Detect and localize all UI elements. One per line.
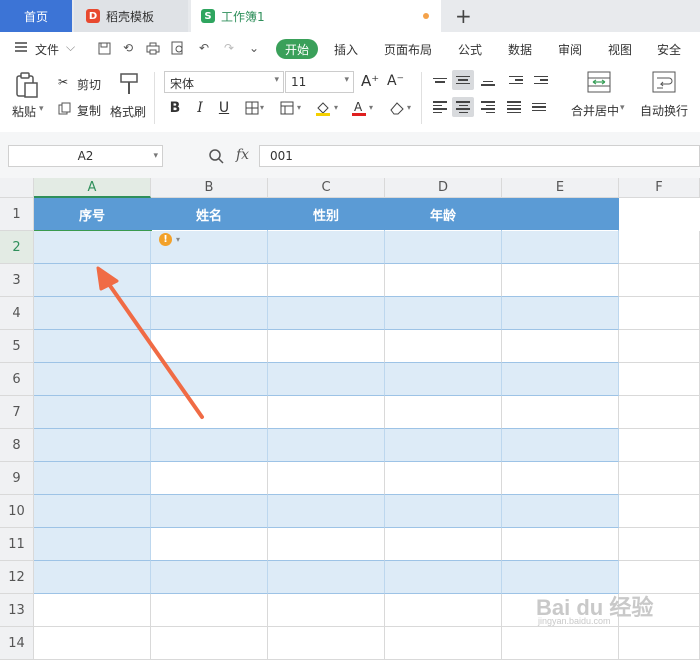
annotation-arrow-head: [96, 266, 119, 291]
watermark-url: jingyan.baidu.com: [538, 616, 611, 626]
baidu-watermark: Bai du 经验 jingyan.baidu.com: [536, 590, 654, 626]
annotation-arrow: [96, 266, 204, 419]
watermark-brand-cn: 经验: [609, 595, 654, 620]
annotation-arrow-shaft: [104, 278, 204, 419]
